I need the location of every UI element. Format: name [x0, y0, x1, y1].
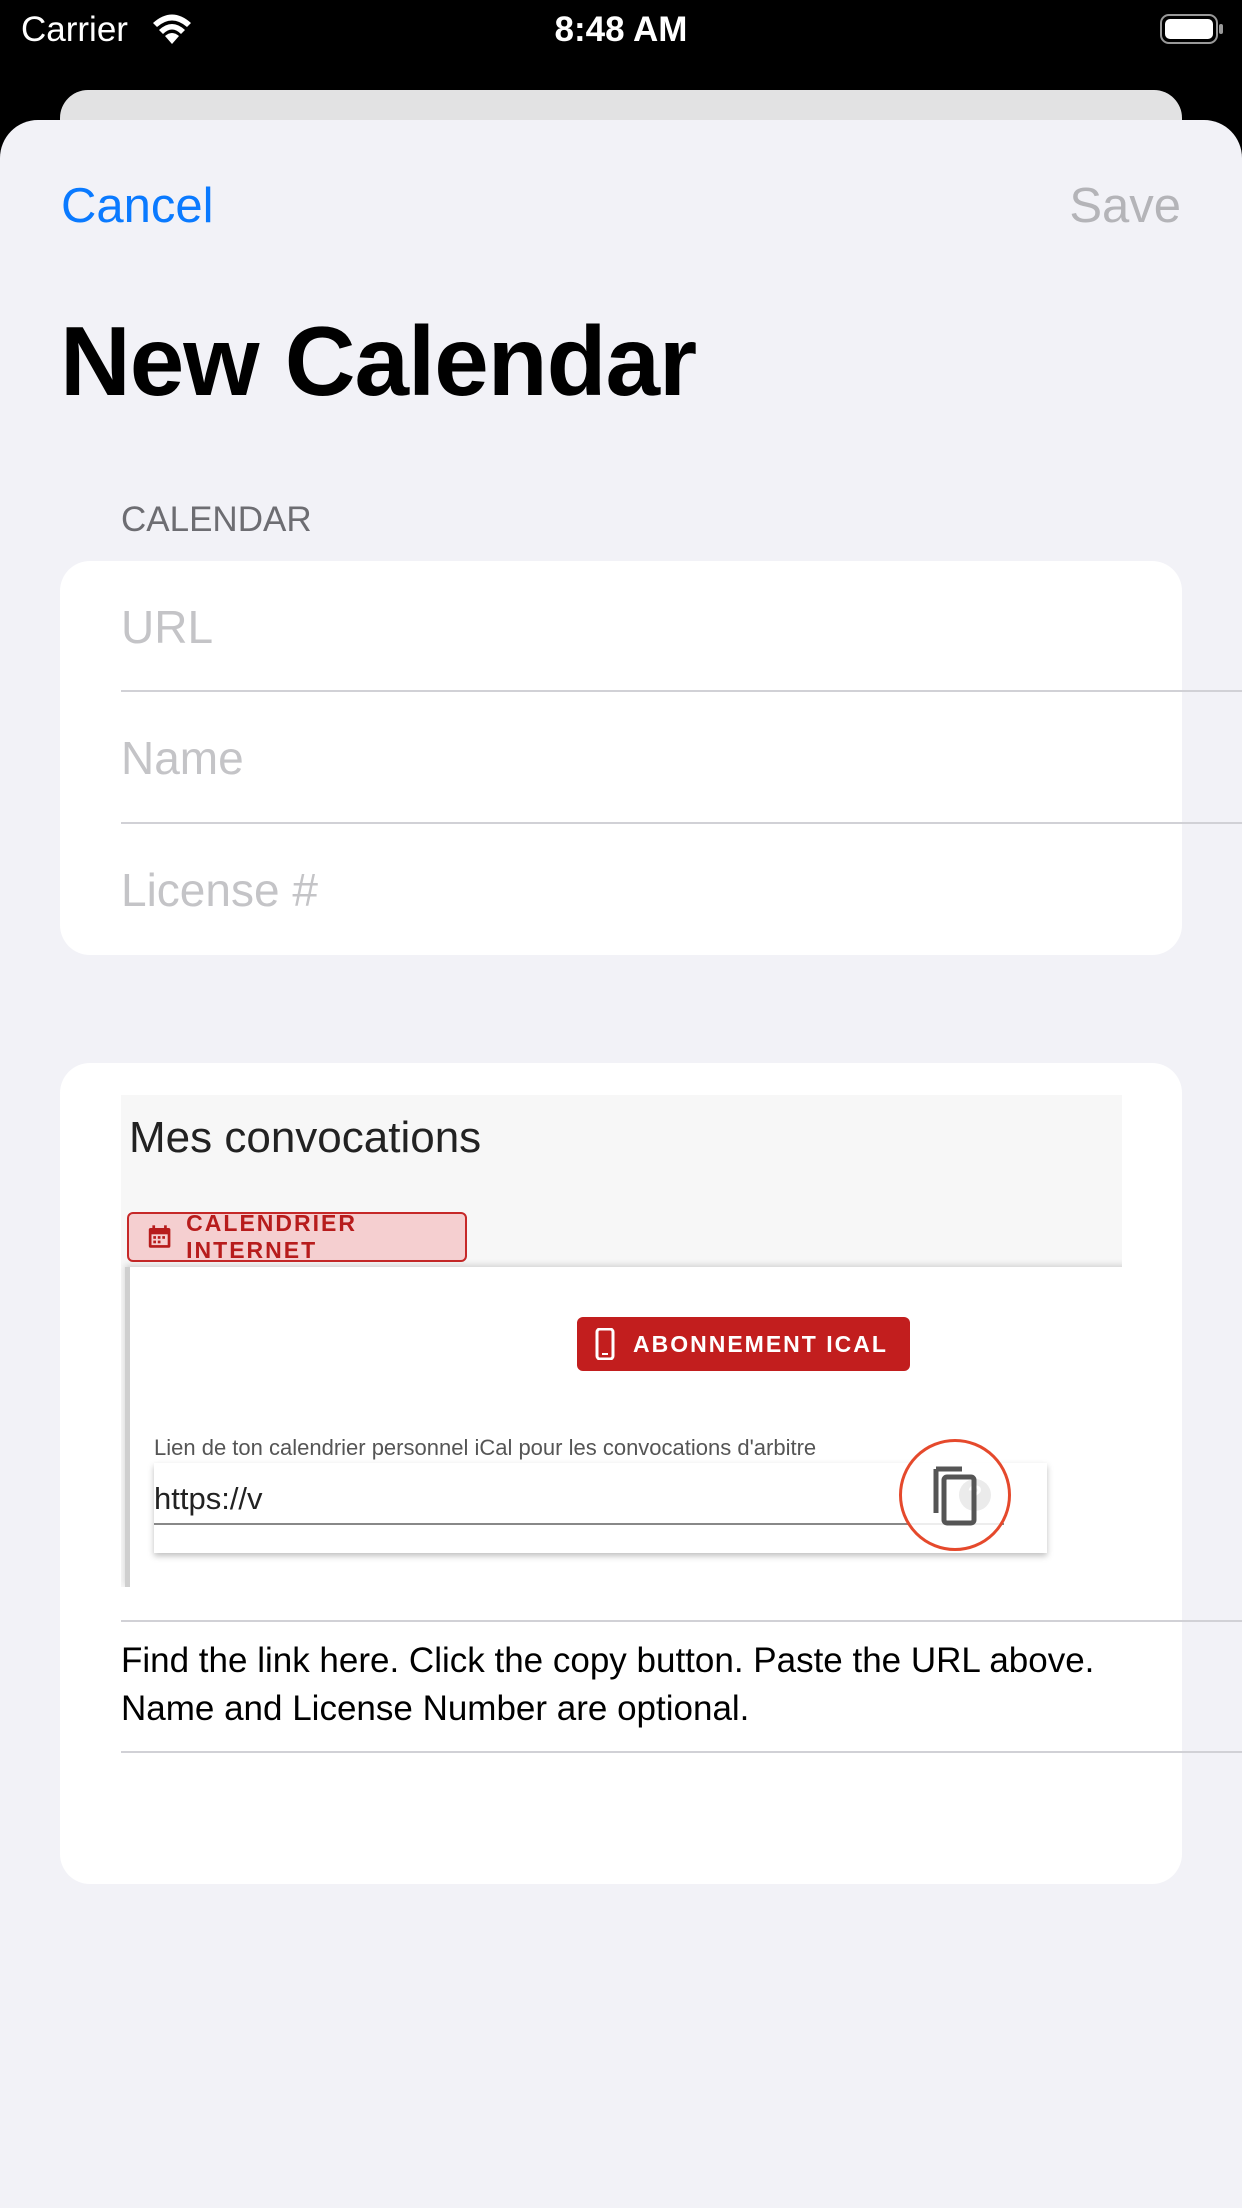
ical-link-value: https://v [154, 1481, 263, 1516]
abonnement-ical-button: ABONNEMENT ICAL [577, 1317, 910, 1371]
page-title: New Calendar [60, 306, 697, 416]
instruction-heading: Mes convocations [129, 1113, 482, 1162]
calendar-icon [148, 1225, 171, 1248]
save-button[interactable]: Save [1069, 178, 1181, 234]
copy-button-highlight [899, 1439, 1011, 1551]
abonnement-ical-label: ABONNEMENT ICAL [633, 1330, 888, 1357]
name-field[interactable]: Name [121, 692, 1242, 823]
url-field[interactable]: URL [121, 561, 1242, 692]
license-placeholder: License # [121, 863, 318, 916]
instruction-image: Mes convocations CALENDRIER INTERNET ABO… [121, 1095, 1122, 1587]
link-underline [154, 1523, 1004, 1525]
help-text: Find the link here. Click the copy butto… [121, 1641, 1095, 1728]
clock: 8:48 AM [554, 10, 688, 49]
battery-icon [1160, 14, 1223, 44]
copy-icon [933, 1466, 977, 1526]
phone-icon [595, 1328, 615, 1360]
section-header-calendar: CALENDAR [121, 500, 312, 539]
name-placeholder: Name [121, 731, 244, 784]
license-field[interactable]: License # [121, 824, 1242, 955]
ical-panel: ABONNEMENT ICAL Lien de ton calendrier p… [125, 1267, 1122, 1587]
ical-link-box: https://v ? [154, 1439, 1047, 1553]
divider [121, 1620, 1242, 1622]
status-bar: Carrier 8:48 AM [0, 0, 1242, 64]
calendrier-internet-label: CALENDRIER INTERNET [186, 1210, 357, 1263]
link-description: Lien de ton calendrier personnel iCal po… [154, 1435, 817, 1460]
cancel-button[interactable]: Cancel [61, 178, 214, 234]
url-placeholder: URL [121, 600, 214, 653]
divider [121, 1751, 1242, 1753]
calendrier-internet-tab: CALENDRIER INTERNET [127, 1210, 467, 1263]
